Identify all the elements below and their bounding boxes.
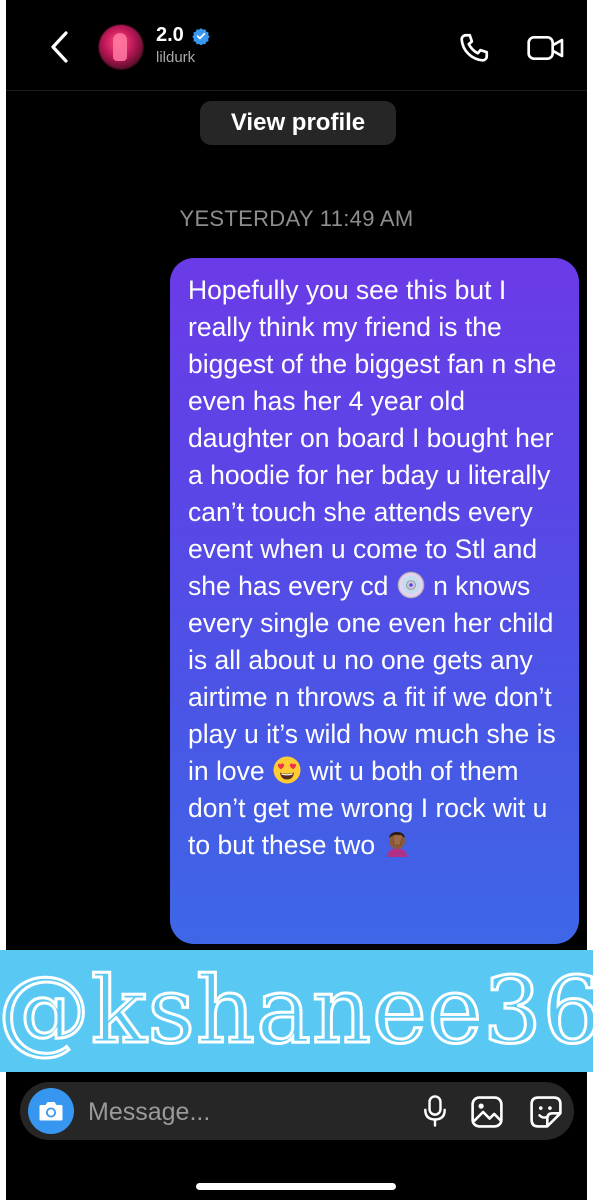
microphone-icon: [424, 1095, 446, 1127]
microphone-button[interactable]: [420, 1094, 450, 1128]
view-profile-button[interactable]: View profile: [200, 101, 396, 145]
sent-message-bubble[interactable]: Hopefully you see this but I really thin…: [170, 258, 579, 944]
camera-icon: [39, 1102, 63, 1121]
home-indicator[interactable]: [196, 1183, 396, 1190]
chevron-left-icon: [51, 31, 68, 63]
watermark-text: @kshanee36: [0, 957, 593, 1064]
avatar-figure: [113, 33, 127, 61]
message-text-part-2: n knows every single one even her child …: [188, 571, 564, 786]
back-button[interactable]: [42, 28, 76, 66]
verified-badge-icon: [192, 27, 210, 45]
camera-button[interactable]: [28, 1088, 74, 1134]
sticker-icon: [530, 1096, 562, 1128]
dvd-emoji-icon: [397, 571, 425, 599]
header-divider: [6, 90, 587, 91]
chat-header: 2.0 lildurk: [6, 0, 587, 90]
video-call-button[interactable]: [526, 32, 566, 64]
message-text: Hopefully you see this but I really thin…: [188, 272, 561, 864]
facepalm-emoji-icon: [387, 832, 408, 857]
message-timestamp: YESTERDAY 11:49 AM: [179, 206, 414, 231]
call-button[interactable]: [456, 30, 492, 66]
gallery-button[interactable]: [470, 1095, 504, 1129]
contact-name: 2.0: [156, 24, 184, 46]
composer-area: [6, 1072, 587, 1200]
contact-handle: lildurk: [156, 49, 196, 66]
gallery-icon: [471, 1096, 503, 1128]
phone-icon: [460, 33, 489, 62]
message-composer: [20, 1082, 574, 1140]
heart-eyes-emoji-icon: [273, 756, 301, 784]
message-input[interactable]: [86, 1090, 390, 1134]
sticker-button[interactable]: [529, 1095, 563, 1129]
message-text-part-1: Hopefully you see this but I really thin…: [188, 275, 564, 601]
avatar[interactable]: [99, 25, 143, 69]
video-camera-icon: [527, 36, 564, 60]
contact-info[interactable]: 2.0 lildurk: [156, 24, 210, 66]
